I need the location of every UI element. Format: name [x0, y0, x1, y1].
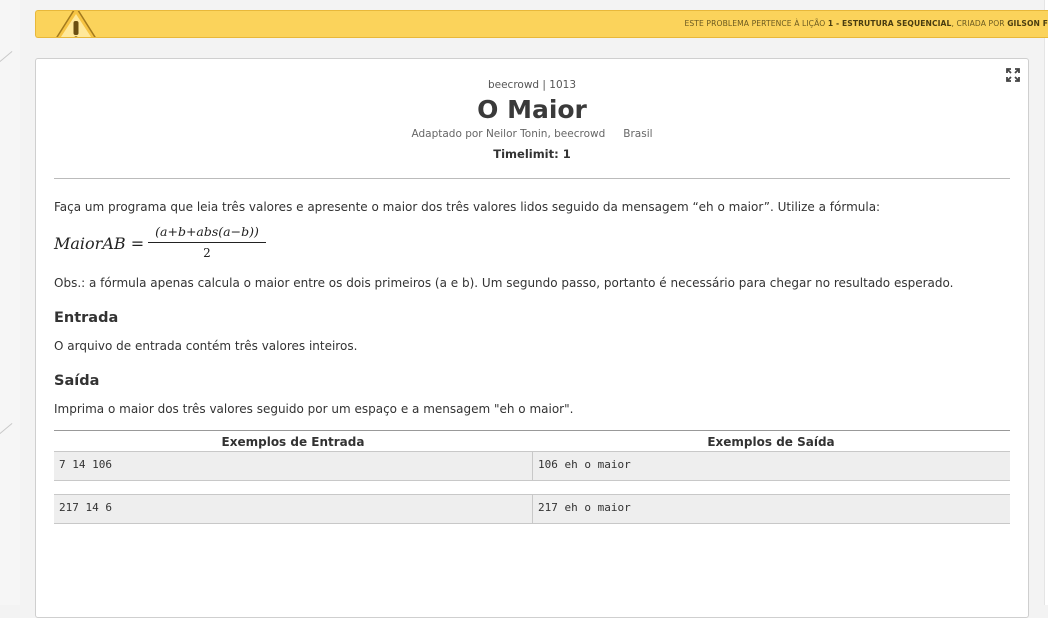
lesson-info-text: ESTE PROBLEMA PERTENCE À LIÇÃO 1 - ESTRU… — [684, 19, 1048, 28]
examples-output-header: Exemplos de Saída — [707, 435, 835, 449]
country: Brasil — [623, 128, 653, 140]
input-section-text: O arquivo de entrada contém três valores… — [54, 339, 358, 353]
formula-numerator: (a+b+abs(a−b)) — [148, 224, 266, 243]
right-side-panel — [1044, 0, 1048, 605]
warning-prefix: ESTE PROBLEMA PERTENCE À LIÇÃO — [684, 19, 828, 28]
warning-middle: , CRIADA POR — [951, 19, 1008, 28]
column-separator — [532, 495, 533, 523]
author-name: GILSON F — [1007, 19, 1048, 28]
example-row: 7 14 106 106 eh o maior — [54, 451, 1010, 481]
page-title: O Maior — [477, 95, 587, 124]
output-section-text: Imprima o maior dos três valores seguido… — [54, 402, 574, 416]
example-input: 217 14 6 — [59, 501, 112, 514]
formula-denominator: 2 — [203, 246, 211, 260]
example-input: 7 14 106 — [59, 458, 112, 471]
examples-table: Exemplos de Entrada Exemplos de Saída 7 … — [54, 430, 1010, 524]
column-separator — [532, 452, 533, 480]
examples-header: Exemplos de Entrada Exemplos de Saída — [54, 430, 1010, 451]
problem-card: beecrowd | 1013 O Maior Adaptado por Nei… — [35, 58, 1029, 618]
timelimit: Timelimit: 1 — [493, 147, 571, 161]
example-output: 217 eh o maior — [538, 501, 631, 514]
example-row: 217 14 6 217 eh o maior — [54, 494, 1010, 524]
input-section-title: Entrada — [54, 310, 119, 326]
examples-input-header: Exemplos de Entrada — [221, 435, 365, 449]
description-text: Faça um programa que leia três valores e… — [54, 200, 881, 214]
lesson-warning-bar: ESTE PROBLEMA PERTENCE À LIÇÃO 1 - ESTRU… — [35, 10, 1048, 38]
gutter-decoration — [0, 50, 13, 63]
row-gap — [54, 481, 1010, 494]
breadcrumb: beecrowd | 1013 — [487, 79, 577, 91]
left-gutter — [0, 0, 20, 605]
author-line: Adaptado por Neilor Tonin, beecrowd Brasi… — [54, 128, 1010, 140]
formula-lhs: MaiorAB = — [54, 234, 145, 253]
adapted-by: Adaptado por Neilor Tonin, beecrowd — [411, 128, 606, 140]
example-output: 106 eh o maior — [538, 458, 631, 471]
output-section-title: Saída — [54, 373, 100, 389]
warning-triangle-icon — [50, 11, 102, 37]
lesson-link[interactable]: 1 - ESTRUTURA SEQUENCIAL — [828, 19, 952, 28]
gutter-decoration — [0, 422, 13, 435]
header-divider — [54, 178, 1010, 179]
formula-fraction: (a+b+abs(a−b)) 2 — [148, 224, 266, 260]
observation-text: Obs.: a fórmula apenas calcula o maior e… — [54, 276, 954, 290]
